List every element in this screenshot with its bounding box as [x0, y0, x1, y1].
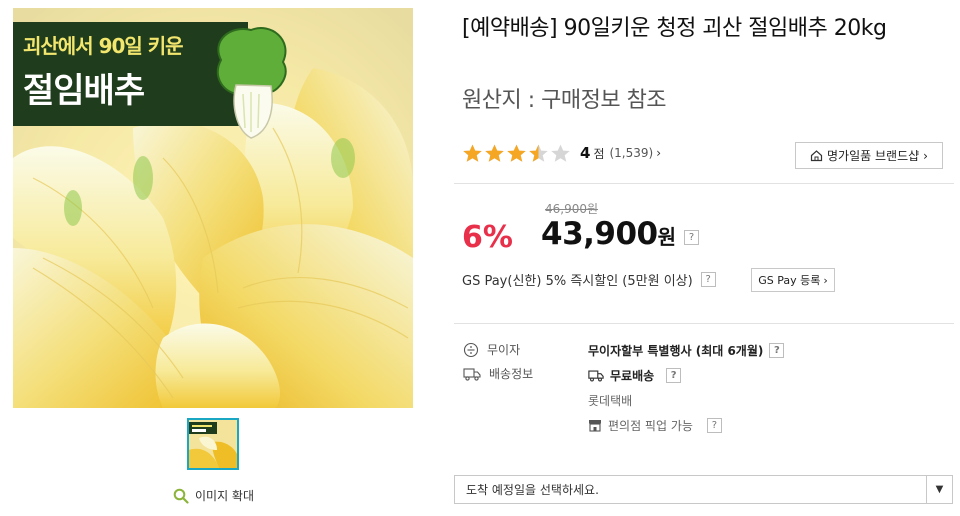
thumbnail-image: [189, 420, 237, 468]
installment-label-row: 무이자: [463, 341, 520, 358]
delivery-date-select[interactable]: 도착 예정일을 선택하세요. ▼: [454, 475, 953, 504]
rating-score: 4: [580, 144, 591, 162]
pickup-help-icon[interactable]: ?: [706, 418, 722, 433]
sale-price-unit: 원: [657, 225, 676, 249]
rating-row: 4 점 (1,539) ›: [462, 140, 661, 166]
chevron-right-icon: ›: [923, 148, 928, 163]
truck-icon: [588, 370, 604, 382]
installment-help-icon[interactable]: ?: [769, 343, 785, 358]
product-origin: 원산지 : 구매정보 참조: [462, 88, 667, 113]
original-price: 46,900원: [545, 202, 599, 216]
product-thumbnail[interactable]: [187, 418, 239, 470]
delivery-label-row: 배송정보: [463, 365, 533, 382]
product-title: [예약배송] 90일키운 청정 괴산 절임배추 20kg: [462, 16, 887, 41]
won-circle-icon: [463, 342, 479, 357]
review-count-link[interactable]: (1,539): [609, 146, 653, 160]
caret-down-icon[interactable]: ▼: [926, 476, 952, 503]
gspay-register-button[interactable]: GS Pay 등록 ›: [751, 268, 835, 292]
installment-value-row: 무이자할부 특별행사 (최대 6개월) ?: [588, 342, 785, 359]
gspay-promo: GS Pay(신한) 5% 즉시할인 (5만원 이상) ?: [462, 270, 716, 289]
discount-rate: 6%: [462, 220, 513, 255]
store-icon: [589, 420, 601, 432]
delivery-value: 무료배송: [610, 369, 655, 383]
rating-score-unit: 점: [593, 146, 605, 161]
chevron-right-icon: ›: [823, 273, 828, 287]
pickup-row: 편의점 픽업 가능 ?: [588, 417, 722, 434]
product-main-image[interactable]: 괴산에서 90일 키운 절임배추: [13, 8, 413, 408]
delivery-help-icon[interactable]: ?: [666, 368, 682, 383]
gspay-register-label: GS Pay 등록: [758, 274, 821, 287]
installment-value: 무이자할부 특별행사 (최대 6개월): [588, 344, 764, 358]
delivery-label: 배송정보: [489, 367, 534, 381]
pickup-text: 편의점 픽업 가능: [608, 419, 693, 433]
sale-price: 43,900원: [541, 216, 676, 252]
star-icon: [551, 144, 570, 162]
delivery-date-placeholder: 도착 예정일을 선택하세요.: [466, 483, 599, 497]
courier-row: 롯데택배: [588, 392, 632, 409]
zoom-label: 이미지 확대: [195, 489, 255, 503]
gspay-help-icon[interactable]: ?: [700, 272, 716, 287]
star-icon: [529, 144, 548, 162]
cabbage-icon: [216, 27, 287, 139]
courier-name: 롯데택배: [588, 394, 633, 408]
image-zoom-link[interactable]: 이미지 확대: [173, 487, 254, 504]
brand-shop-label: 명가일품 브랜드샵: [827, 149, 920, 163]
divider: [454, 323, 954, 324]
truck-icon: [463, 367, 481, 381]
star-rating: [462, 143, 571, 163]
chevron-right-icon: ›: [656, 146, 662, 160]
gspay-text: GS Pay(신한) 5% 즉시할인 (5만원 이상): [462, 274, 693, 289]
installment-label: 무이자: [487, 343, 521, 357]
star-icon: [485, 144, 504, 162]
star-icon: [463, 144, 482, 162]
divider: [454, 183, 954, 184]
home-icon: [810, 150, 823, 162]
price-help-icon[interactable]: ?: [684, 230, 699, 245]
brand-shop-button[interactable]: 명가일품 브랜드샵 ›: [795, 142, 943, 169]
magnifier-icon: [173, 488, 189, 504]
sale-price-value: 43,900: [541, 216, 658, 252]
star-icon: [507, 144, 526, 162]
delivery-value-row: 무료배송 ?: [588, 367, 682, 384]
